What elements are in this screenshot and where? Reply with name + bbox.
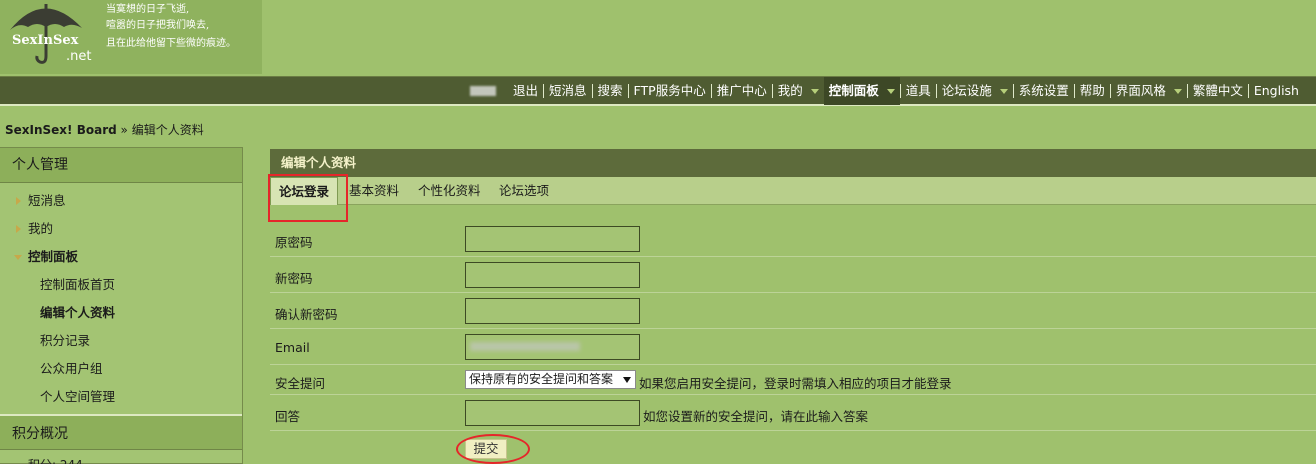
sidebar-menu: 短消息 我的 控制面板 控制面板首页 编辑个人资料 积分记录 公众用户组 个人空… [0, 183, 242, 411]
form-row-confirm-password: 确认新密码 [270, 293, 1316, 329]
email-input[interactable] [465, 334, 640, 360]
sidebar-item-label: 控制面板 [28, 249, 79, 264]
profile-tabs: 论坛登录 基本资料 个性化资料 论坛选项 [270, 177, 1316, 205]
nav-item-messages[interactable]: 短消息 [544, 77, 592, 105]
form-row-new-password: 新密码 [270, 257, 1316, 293]
triangle-down-icon [14, 255, 22, 260]
new-password-input[interactable] [465, 262, 640, 288]
sidebar-credit-preview: 积分: 244 [28, 456, 83, 464]
nav-item-facilities[interactable]: 论坛设施 [937, 77, 1013, 105]
breadcrumb-separator: » [120, 123, 128, 137]
tab-basic-info[interactable]: 基本资料 [349, 177, 399, 205]
nav-item-control-panel-label: 控制面板 [828, 83, 879, 98]
nav-item-help[interactable]: 帮助 [1075, 77, 1110, 105]
security-question-selected: 保持原有的安全提问和答案 [469, 372, 614, 386]
top-nav-bar: 退出 短消息 搜索 FTP服务中心 推广中心 我的 控制面板 道具 论坛设施 系… [0, 76, 1316, 106]
slogan-line: 喧嚣的日子把我们唤去, [106, 20, 210, 31]
edit-profile-panel: 编辑个人资料 论坛登录 基本资料 个性化资料 论坛选项 原密码 新密码 确认新密… [270, 149, 1316, 464]
nav-item-ftp[interactable]: FTP服务中心 [629, 77, 711, 105]
sidebar-item-control-panel[interactable]: 控制面板 [0, 243, 242, 271]
breadcrumb-current: 编辑个人资料 [131, 123, 204, 137]
annotation-highlight-ellipse [456, 434, 530, 464]
annotation-highlight-rect [268, 174, 348, 222]
sidebar-item-my[interactable]: 我的 [0, 215, 242, 243]
logo[interactable]: SexInSex .net 当寞想的日子飞逝, 喧嚣的日子把我们唤去, 且在此给… [0, 0, 262, 74]
triangle-right-icon [16, 197, 21, 205]
sidebar: 个人管理 短消息 我的 控制面板 控制面板首页 编辑个人资料 积分记录 公众用户… [0, 147, 243, 464]
username-blurred[interactable] [470, 86, 496, 96]
old-password-label: 原密码 [275, 235, 313, 250]
sidebar-subitem-space-manage[interactable]: 个人空间管理 [0, 383, 242, 411]
chevron-down-icon [1173, 88, 1182, 94]
nav-item-my-label: 我的 [777, 83, 803, 98]
nav-item-search[interactable]: 搜索 [593, 77, 628, 105]
security-question-label: 安全提问 [275, 376, 326, 391]
sidebar-section-title: 个人管理 [0, 148, 242, 183]
nav-item-logout[interactable]: 退出 [508, 77, 543, 105]
answer-hint: 如您设置新的安全提问，请在此输入答案 [643, 409, 869, 424]
security-question-select[interactable]: 保持原有的安全提问和答案 [465, 370, 636, 389]
chevron-down-icon [810, 88, 819, 94]
logo-name: SexInSex [12, 33, 79, 48]
logo-domain: .net [66, 49, 92, 64]
nav-menu: 退出 短消息 搜索 FTP服务中心 推广中心 我的 控制面板 道具 论坛设施 系… [466, 77, 1304, 105]
tab-forum-options[interactable]: 论坛选项 [499, 177, 549, 205]
old-password-input[interactable] [465, 226, 640, 252]
nav-item-english[interactable]: English [1249, 77, 1304, 105]
nav-item-my[interactable]: 我的 [773, 77, 824, 105]
dropdown-arrow-icon [623, 377, 631, 383]
chevron-down-icon [999, 88, 1008, 94]
slogan-line: 当寞想的日子飞逝, [106, 4, 190, 15]
new-password-label: 新密码 [275, 271, 313, 286]
chevron-down-icon [886, 88, 895, 94]
confirm-password-label: 确认新密码 [275, 307, 338, 322]
security-question-hint: 如果您启用安全提问，登录时需填入相应的项目才能登录 [639, 376, 952, 391]
sidebar-item-label: 短消息 [28, 193, 66, 208]
nav-item-traditional-chinese[interactable]: 繁體中文 [1188, 77, 1248, 105]
sidebar-subitem-cp-home[interactable]: 控制面板首页 [0, 271, 242, 299]
tab-personal-info[interactable]: 个性化资料 [418, 177, 481, 205]
nav-item-settings[interactable]: 系统设置 [1014, 77, 1074, 105]
nav-item-theme-label: 界面风格 [1115, 83, 1166, 98]
triangle-right-icon [16, 225, 21, 233]
sidebar-subitem-public-groups[interactable]: 公众用户组 [0, 355, 242, 383]
answer-label: 回答 [275, 409, 301, 424]
breadcrumb-home-link[interactable]: SexInSex! Board [5, 123, 117, 137]
answer-input[interactable] [465, 400, 640, 426]
breadcrumb: SexInSex! Board » 编辑个人资料 [5, 121, 204, 138]
confirm-password-input[interactable] [465, 298, 640, 324]
panel-title: 编辑个人资料 [270, 149, 1316, 177]
nav-item-theme[interactable]: 界面风格 [1111, 77, 1187, 105]
site-header: SexInSex .net 当寞想的日子飞逝, 喧嚣的日子把我们唤去, 且在此给… [0, 0, 1316, 76]
form-row-answer: 回答 如您设置新的安全提问，请在此输入答案 [270, 395, 1316, 431]
sidebar-item-label: 我的 [28, 221, 54, 236]
form-row-email: Email [270, 329, 1316, 365]
nav-item-facilities-label: 论坛设施 [941, 83, 992, 98]
nav-item-control-panel[interactable]: 控制面板 [823, 77, 900, 105]
sidebar-section-title: 积分概况 [0, 414, 242, 450]
sidebar-subitem-edit-profile[interactable]: 编辑个人资料 [0, 299, 242, 327]
nav-item-promotion[interactable]: 推广中心 [712, 77, 772, 105]
email-label: Email [275, 340, 310, 355]
form-row-security-question: 安全提问 保持原有的安全提问和答案 如果您启用安全提问，登录时需填入相应的项目才… [270, 365, 1316, 395]
sidebar-item-messages[interactable]: 短消息 [0, 187, 242, 215]
slogan-line: 且在此给他留下些微的痕迹。 [106, 38, 236, 49]
form-row-old-password: 原密码 [270, 221, 1316, 257]
nav-item-tools[interactable]: 道具 [901, 77, 936, 105]
sidebar-subitem-credit-log[interactable]: 积分记录 [0, 327, 242, 355]
email-value-blurred [470, 342, 580, 351]
